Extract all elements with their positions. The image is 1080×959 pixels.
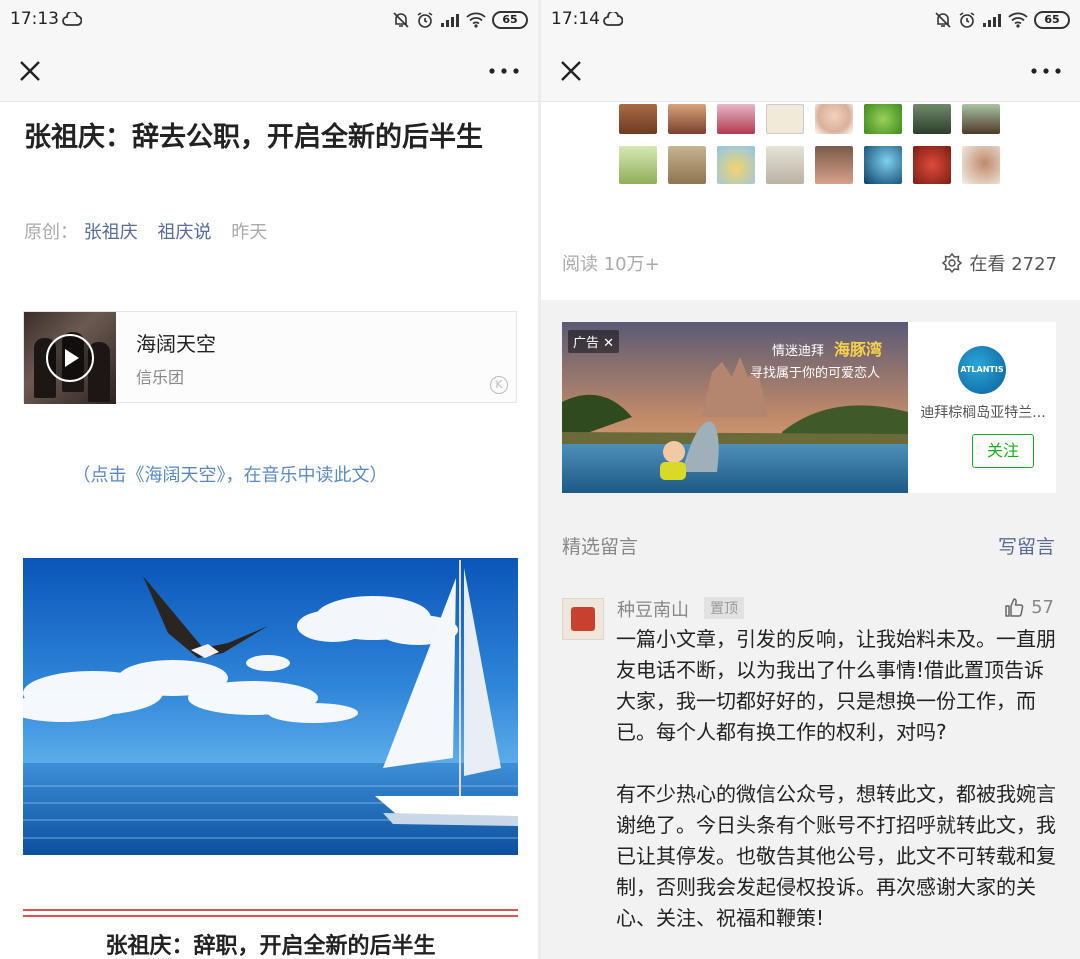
comment-paragraph: 一篇小文章，引发的反响，让我始料未及。一直朋友电话不断，以为我出了什么事情!借此… <box>616 627 1056 744</box>
cloud-icon <box>62 12 82 26</box>
article-title: 张祖庆：辞去公职，开启全新的后半生 <box>24 122 483 153</box>
ad-image[interactable]: 广告 ✕ 情迷迪拜 海豚湾 寻找属于你的可爱恋人 <box>562 322 908 493</box>
title-divider-top <box>23 909 518 911</box>
battery-indicator: 65 <box>492 11 528 29</box>
write-comment-link[interactable]: 写留言 <box>998 532 1055 559</box>
alarm-icon <box>959 12 975 28</box>
status-bar: 17:13 65 <box>0 0 538 40</box>
avatar[interactable] <box>619 146 657 184</box>
advertiser-name: 迪拜棕榈岛亚特兰... <box>920 405 1046 421</box>
music-source-icon: K <box>490 376 508 394</box>
wifi-icon <box>1008 12 1028 28</box>
signal-icon <box>441 14 459 27</box>
avatar[interactable] <box>815 104 853 134</box>
nav-bar <box>0 40 538 102</box>
advertiser-logo: ATLANTIS <box>958 346 1006 394</box>
avatar[interactable] <box>668 104 706 134</box>
like-count: 57 <box>1031 596 1054 618</box>
close-icon[interactable] <box>16 57 44 85</box>
looking-button[interactable]: 在看 2727 <box>941 250 1057 276</box>
title-divider-bottom <box>23 915 518 917</box>
ad-headline: 海豚湾 <box>834 340 883 359</box>
status-icons: 65 <box>934 9 1070 31</box>
play-button[interactable] <box>46 334 94 382</box>
avatar[interactable] <box>717 104 755 134</box>
avatar[interactable] <box>864 146 902 184</box>
ad-line1: 情迷迪拜 <box>772 344 825 359</box>
battery-indicator: 65 <box>1034 11 1070 29</box>
commenter-avatar[interactable] <box>562 598 604 640</box>
more-options-icon[interactable] <box>484 57 524 85</box>
looking-icon <box>942 252 963 274</box>
avatar[interactable] <box>619 104 657 134</box>
close-icon[interactable] <box>557 57 585 85</box>
ad-tag-label: 广告 <box>573 336 600 351</box>
music-hint: （点击《海阔天空》，在音乐中读此文） <box>72 465 388 486</box>
song-artist: 信乐团 <box>136 368 185 387</box>
status-time: 17:13 <box>10 9 59 29</box>
cloud-icon <box>603 12 623 26</box>
avatar[interactable] <box>766 146 804 184</box>
article-meta: 原创： 张祖庆 祖庆说 昨天 <box>24 218 267 244</box>
status-bar: 17:14 65 <box>541 0 1080 40</box>
ad-line2: 寻找属于你的可爱恋人 <box>750 366 881 381</box>
commenter-name: 种豆南山 <box>617 600 689 621</box>
alarm-icon <box>417 12 433 28</box>
mute-icon <box>393 12 409 28</box>
avatar[interactable] <box>717 146 755 184</box>
comment-text: 一篇小文章，引发的反响，让我始料未及。一直朋友电话不断，以为我出了什么事情!借此… <box>616 624 1056 934</box>
right-phone-screen: 17:14 65 阅读 10万+ 在看 2727 广告 ✕ 情迷迪拜 海豚湾 寻… <box>541 0 1080 959</box>
more-options-icon[interactable] <box>1026 57 1066 85</box>
sailboat-image <box>23 558 518 855</box>
meta-author-link[interactable]: 张祖庆 <box>84 222 138 243</box>
mute-icon <box>935 12 951 28</box>
wifi-icon <box>466 12 486 28</box>
status-icons: 65 <box>392 9 528 31</box>
ad-card[interactable]: 广告 ✕ 情迷迪拜 海豚湾 寻找属于你的可爱恋人 ATLANTIS 迪拜棕榈岛亚… <box>562 322 1056 493</box>
left-phone-screen: 17:13 65 张祖庆：辞去公职，开启全新的后半生 原创： 张祖庆 祖庆说 昨… <box>0 0 538 959</box>
music-card[interactable]: 海阔天空 信乐团 K <box>23 311 517 404</box>
pinned-badge: 置顶 <box>704 597 744 619</box>
avatar[interactable] <box>962 104 1000 134</box>
album-cover <box>24 312 116 404</box>
play-icon <box>65 349 79 367</box>
avatar[interactable] <box>668 146 706 184</box>
song-title: 海阔天空 <box>136 332 216 356</box>
looking-count: 在看 2727 <box>969 254 1057 275</box>
article-subtitle: 张祖庆：辞职，开启全新的后半生 <box>105 934 436 959</box>
nav-bar <box>541 40 1080 102</box>
read-count: 阅读 10万+ <box>562 254 660 275</box>
meta-time: 昨天 <box>231 222 268 243</box>
selected-comments-title: 精选留言 <box>562 536 639 558</box>
meta-account-link[interactable]: 祖庆说 <box>157 222 211 243</box>
signal-icon <box>983 14 1001 27</box>
like-button[interactable]: 57 <box>1003 596 1054 618</box>
avatar[interactable] <box>766 104 804 134</box>
avatar[interactable] <box>962 146 1000 184</box>
follow-button[interactable]: 关注 <box>972 434 1034 468</box>
avatar[interactable] <box>913 104 951 134</box>
ad-tag[interactable]: 广告 ✕ <box>568 330 620 353</box>
meta-original-label: 原创： <box>24 222 78 243</box>
avatar[interactable] <box>815 146 853 184</box>
status-time: 17:14 <box>551 9 600 29</box>
comment-paragraph: 有不少热心的微信公众号，想转此文，都被我婉言谢绝了。今日头条有个账号不打招呼就转… <box>616 782 1056 930</box>
thumbs-up-icon <box>1005 598 1024 617</box>
avatar[interactable] <box>864 104 902 134</box>
avatar[interactable] <box>913 146 951 184</box>
